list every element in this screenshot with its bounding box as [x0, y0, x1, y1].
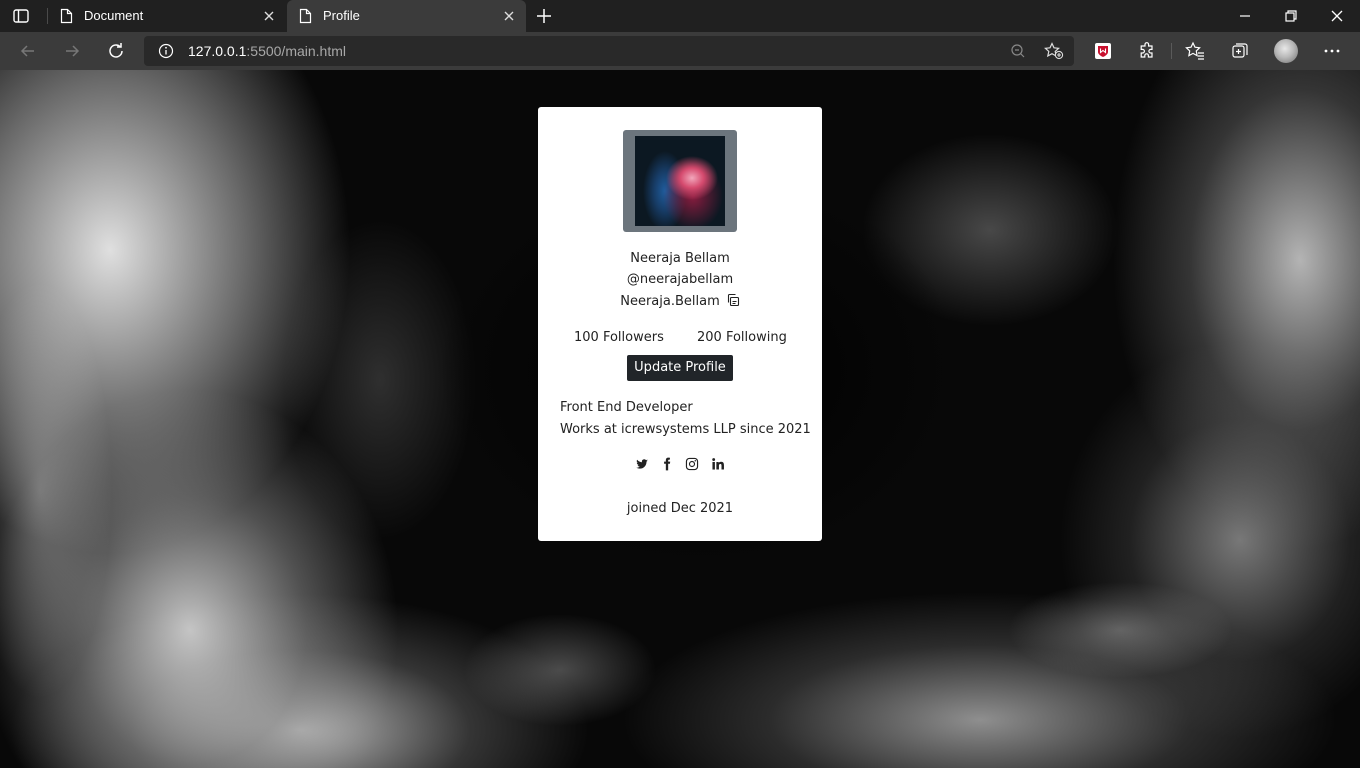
tab-document[interactable]: Document: [48, 0, 286, 32]
copy-icon[interactable]: [726, 293, 740, 307]
toolbar-divider: [1171, 43, 1172, 59]
restore-icon[interactable]: [1283, 8, 1299, 24]
add-favorite-icon[interactable]: [1044, 42, 1064, 60]
extensions-icon[interactable]: [1137, 41, 1157, 61]
address-url[interactable]: 127.0.0.1:5500/main.html: [188, 42, 346, 60]
following-count[interactable]: 200 Following: [697, 329, 787, 347]
profile-handle: Neeraja.Bellam: [620, 294, 720, 309]
linkedin-icon[interactable]: [711, 457, 725, 471]
twitter-icon[interactable]: [635, 457, 649, 471]
profile-username: @neerajabellam: [626, 272, 734, 287]
profile-bio-work: Works at icrewsystems LLP since 2021: [560, 422, 811, 437]
info-icon[interactable]: [158, 43, 174, 59]
minimize-icon[interactable]: [1237, 8, 1253, 24]
profile-avatar-icon[interactable]: [1274, 39, 1298, 63]
update-profile-button[interactable]: Update Profile: [627, 355, 733, 381]
close-window-icon[interactable]: [1329, 8, 1345, 24]
facebook-icon[interactable]: [660, 457, 674, 471]
tab-title: Profile: [323, 8, 360, 23]
url-host: 127.0.0.1: [188, 43, 247, 59]
joined-date: joined Dec 2021: [626, 501, 734, 516]
page-icon: [60, 8, 73, 24]
profile-card: Neeraja Bellam @neerajabellam Neeraja.Be…: [538, 107, 822, 541]
tab-profile[interactable]: Profile: [287, 0, 526, 32]
tab-title: Document: [84, 8, 144, 23]
back-icon[interactable]: [18, 41, 38, 61]
tab-strip: Document Profile: [0, 0, 1360, 32]
profile-photo: [635, 136, 725, 226]
tab-actions-icon[interactable]: [12, 7, 30, 25]
more-menu-icon[interactable]: [1322, 41, 1342, 61]
url-path: :5500/main.html: [246, 43, 346, 59]
forward-icon[interactable]: [62, 41, 82, 61]
profile-photo-frame: [623, 130, 737, 232]
collections-icon[interactable]: [1230, 41, 1250, 61]
profile-bio-title: Front End Developer: [560, 400, 693, 415]
instagram-icon[interactable]: [685, 457, 699, 471]
page-icon: [299, 8, 312, 24]
zoom-out-icon[interactable]: [1010, 43, 1026, 59]
profile-handle-row: Neeraja.Bellam: [538, 293, 822, 311]
new-tab-icon[interactable]: [535, 7, 553, 25]
browser-toolbar: 127.0.0.1:5500/main.html: [0, 32, 1360, 70]
close-icon[interactable]: [262, 9, 276, 23]
extension-shield-icon[interactable]: [1093, 41, 1113, 61]
favorites-icon[interactable]: [1185, 41, 1205, 61]
close-icon[interactable]: [502, 9, 516, 23]
profile-name: Neeraja Bellam: [630, 251, 730, 266]
social-links: [538, 457, 822, 473]
page-viewport: Neeraja Bellam @neerajabellam Neeraja.Be…: [0, 70, 1360, 768]
followers-count[interactable]: 100 Followers: [574, 329, 664, 347]
refresh-icon[interactable]: [106, 41, 126, 61]
address-bar[interactable]: 127.0.0.1:5500/main.html: [144, 36, 1074, 66]
